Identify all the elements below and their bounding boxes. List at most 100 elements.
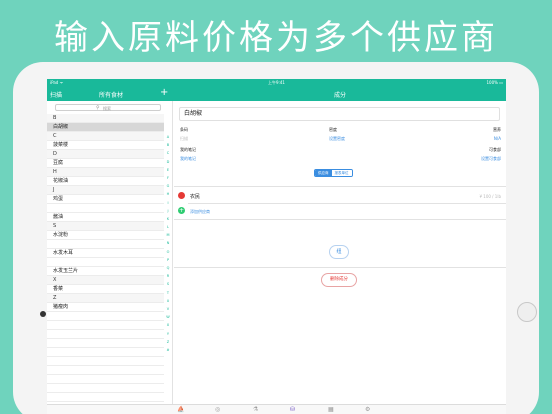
unit-button[interactable]: 纽	[329, 245, 349, 259]
index-letter[interactable]: W	[164, 313, 172, 321]
barcode-label: 条码	[180, 127, 188, 132]
list-item[interactable]	[47, 204, 164, 213]
tab-reports-icon[interactable]: ▦	[328, 406, 334, 413]
list-item[interactable]: 水淀粉	[47, 231, 164, 240]
index-letter[interactable]: M	[164, 231, 172, 239]
index-letter[interactable]: V	[164, 305, 172, 313]
promo-headline: 输入原料价格为多个供应商	[54, 18, 498, 58]
my-notes-link[interactable]: 我的笔记	[180, 156, 196, 162]
list-item[interactable]	[47, 240, 164, 249]
index-letter[interactable]: #	[164, 346, 172, 354]
divider	[174, 219, 506, 220]
list-item[interactable]: 鸡蛋	[47, 195, 164, 204]
index-letter[interactable]: O	[164, 248, 172, 256]
add-ingredient-button[interactable]: +	[160, 87, 168, 98]
index-letter[interactable]: I	[164, 199, 172, 207]
list-item[interactable]: 香菜	[47, 285, 164, 294]
search-icon: ⚲	[96, 105, 100, 111]
list-item[interactable]: 猪瘦肉	[47, 303, 164, 312]
index-letter[interactable]: F	[164, 174, 172, 182]
navigation-bar: 扫描 所有食材 + 成分	[47, 87, 506, 101]
index-letter[interactable]: Z	[164, 338, 172, 346]
list-item[interactable]: 水发玉兰片	[47, 267, 164, 276]
index-letter[interactable]: R	[164, 272, 172, 280]
list-item[interactable]	[47, 384, 164, 393]
list-item[interactable]: 菠菜楼	[47, 141, 164, 150]
index-letter[interactable]: J	[164, 207, 172, 215]
ingredient-name-field[interactable]: 白胡椒	[179, 107, 500, 121]
set-density-link[interactable]: 设置密度	[329, 136, 345, 142]
tab-report-units[interactable]: 报表单位	[331, 170, 352, 176]
my-notes-label: 我的笔记	[180, 147, 196, 152]
app-screen: iPad ᯤ 上午9:41 100% ▭ 扫描 所有食材 + 成分 ⚲ 搜索 B…	[47, 79, 506, 414]
index-letter[interactable]: X	[164, 321, 172, 329]
index-letter[interactable]: H	[164, 190, 172, 198]
index-letter[interactable]: D	[164, 158, 172, 166]
index-letter[interactable]: U	[164, 297, 172, 305]
index-letter[interactable]: A	[164, 133, 172, 141]
list-item[interactable]: 豆腐	[47, 159, 164, 168]
delete-supplier-icon[interactable]	[178, 192, 185, 199]
search-placeholder: 搜索	[103, 106, 111, 111]
index-letter[interactable]: N	[164, 239, 172, 247]
list-item[interactable]: 白胡椒	[47, 123, 164, 132]
divider	[188, 203, 506, 204]
clock: 上午9:41	[268, 80, 285, 85]
index-letter[interactable]: Y	[164, 330, 172, 338]
tab-bar: ⛵ ◎ ⚗ ⛁ ▦ ⚙	[47, 404, 506, 414]
tab-ingredients-icon[interactable]: ⛁	[290, 406, 295, 413]
list-item[interactable]: 酱油	[47, 213, 164, 222]
supplier-name[interactable]: 农民	[190, 193, 200, 200]
index-letter[interactable]: L	[164, 223, 172, 231]
index-letter[interactable]: T	[164, 289, 172, 297]
list-item[interactable]	[47, 375, 164, 384]
divider	[174, 186, 506, 187]
edible-portion-label: 可食部	[489, 147, 501, 152]
delete-ingredient-button[interactable]: 删除成分	[321, 273, 357, 287]
index-letter[interactable]: E	[164, 166, 172, 174]
index-letter[interactable]: C	[164, 149, 172, 157]
nutrition-label: 营养	[493, 127, 501, 132]
barcode-scan-value[interactable]: 扫描	[180, 136, 188, 142]
list-item[interactable]	[47, 258, 164, 267]
section-header: C	[47, 132, 164, 141]
add-supplier-icon[interactable]: +	[178, 207, 185, 214]
ingredient-list-pane: ⚲ 搜索 B 白胡椒 C 菠菜楼 D 豆腐 H 花椒油 J 鸡蛋 酱油 S 水淀粉 水发木耳 水发玉兰片 X 香…	[47, 101, 173, 414]
list-item[interactable]	[47, 357, 164, 366]
tab-recipes-icon[interactable]: ◎	[215, 406, 220, 413]
index-letter[interactable]: Q	[164, 264, 172, 272]
list-item[interactable]	[47, 321, 164, 330]
supplier-price[interactable]: ¥ 100 / 1lb	[479, 194, 501, 199]
add-supplier-link[interactable]: 添加供应商	[190, 209, 210, 215]
detail-title: 成分	[333, 92, 346, 99]
list-item[interactable]	[47, 312, 164, 321]
index-letter[interactable]: B	[164, 141, 172, 149]
index-letter[interactable]: G	[164, 182, 172, 190]
status-bar: iPad ᯤ 上午9:41 100% ▭	[47, 79, 506, 87]
scan-button[interactable]: 扫描	[50, 90, 62, 99]
section-header: Z	[47, 294, 164, 303]
list-item[interactable]: 花椒油	[47, 177, 164, 186]
home-button[interactable]	[517, 302, 537, 322]
ingredient-detail-pane: 白胡椒 条码 扫描 密度 设置密度 营养 N/A 我的笔记 我的笔记 可食部 设…	[174, 101, 506, 414]
tab-lab-icon[interactable]: ⚗	[253, 406, 258, 413]
list-item[interactable]: 水发木耳	[47, 249, 164, 258]
alphabet-index[interactable]: A B C D E F G H I J K L M N O P Q R S T U V W X Y Z #	[164, 133, 172, 354]
list-item[interactable]	[47, 330, 164, 339]
section-header: D	[47, 150, 164, 159]
ingredient-list: B 白胡椒 C 菠菜楼 D 豆腐 H 花椒油 J 鸡蛋 酱油 S 水淀粉 水发木耳 水发玉兰片 X 香菜 Z 猪瘦肉	[47, 114, 164, 402]
index-letter[interactable]: P	[164, 256, 172, 264]
set-edible-portion-link[interactable]: 设置可食部	[481, 156, 501, 162]
tab-menu-icon[interactable]: ⛵	[177, 406, 184, 413]
tab-suppliers[interactable]: 供应商	[315, 170, 332, 176]
nutrition-value[interactable]: N/A	[494, 136, 501, 141]
index-letter[interactable]: S	[164, 280, 172, 288]
camera-dot	[40, 311, 46, 317]
list-item[interactable]	[47, 339, 164, 348]
index-letter[interactable]: K	[164, 215, 172, 223]
list-item[interactable]	[47, 393, 164, 402]
search-input[interactable]: ⚲ 搜索	[55, 104, 161, 111]
tab-settings-icon[interactable]: ⚙	[365, 406, 370, 413]
list-item[interactable]	[47, 348, 164, 357]
list-item[interactable]	[47, 366, 164, 375]
